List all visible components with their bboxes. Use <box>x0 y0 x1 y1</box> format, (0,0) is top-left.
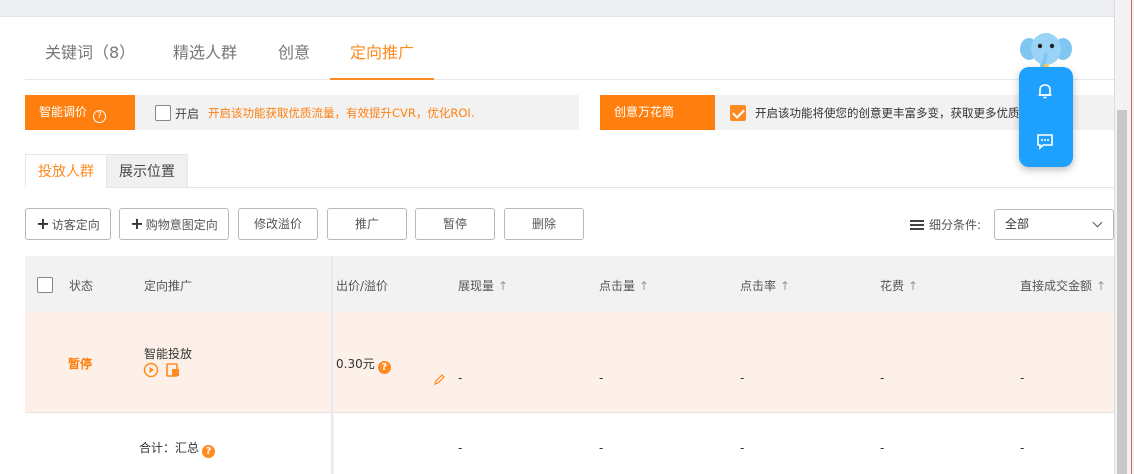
filter-select-value: 全部 <box>1005 217 1030 231</box>
pencil-icon[interactable] <box>433 373 446 386</box>
smart-bid-checkbox-label: 开启 <box>175 107 200 121</box>
plus-icon: + <box>36 214 50 233</box>
help-circle-icon[interactable]: ? <box>202 445 216 458</box>
filter-select[interactable]: 全部 <box>994 209 1114 240</box>
smart-bid-description: 开启该功能获取优质流量，有效提升CVR，优化ROI. <box>208 106 475 120</box>
header-cost[interactable]: 花费 ↑ <box>880 277 918 294</box>
scrollbar-thumb[interactable] <box>1117 110 1127 474</box>
add-visitor-targeting-label: 访客定向 <box>51 218 100 232</box>
tab-placement[interactable]: 展示位置 <box>106 154 188 188</box>
total-clicks: - <box>599 441 604 455</box>
header-bid: 出价/溢价 <box>336 279 389 293</box>
row-ctr: - <box>740 371 745 385</box>
active-tab-underline <box>330 78 434 80</box>
add-purchase-intent-button[interactable]: + 购物意图定向 <box>119 208 229 240</box>
total-direct-gmv: - <box>1020 441 1025 455</box>
main-tabs: 关键词（8） 精选人群 创意 定向推广 <box>25 17 1114 80</box>
row-bid-value: 0.30元 <box>336 357 375 371</box>
floating-panel <box>1019 67 1073 167</box>
tab-creative[interactable]: 创意 <box>278 39 310 63</box>
header-clicks-label: 点击量 <box>599 279 636 293</box>
sub-tabs: 投放人群 展示位置 <box>25 154 1114 188</box>
select-all-checkbox[interactable] <box>37 277 53 293</box>
help-circle-icon[interactable]: ? <box>93 110 107 123</box>
chat-bubble-icon[interactable] <box>1035 131 1055 151</box>
total-ctr: - <box>740 441 745 455</box>
content-card: 关键词（8） 精选人群 创意 定向推广 智能调价? 开启 开启该功能获取优质流量… <box>0 17 1114 474</box>
plus-icon: + <box>130 214 144 233</box>
table-header: 状态 定向推广 出价/溢价 展现量 ↑ 点击量 ↑ 点击率 ↑ 花费 ↑ 直接成交金额 ↑ <box>25 256 1114 312</box>
total-label-text: 合计：汇总 <box>139 441 200 455</box>
tab-targeted-promotion[interactable]: 定向推广 <box>350 39 414 63</box>
modify-premium-button[interactable]: 修改溢价 <box>238 208 318 240</box>
header-ctr[interactable]: 点击率 ↑ <box>740 277 790 294</box>
row-targeting-name: 智能投放 <box>144 347 193 361</box>
row-cost: - <box>880 371 885 385</box>
header-cost-label: 花费 <box>880 279 905 293</box>
header-impressions-label: 展现量 <box>458 279 495 293</box>
filter-label-text: 细分条件: <box>929 218 982 232</box>
creative-tag-label: 创意万花筒 <box>614 105 675 119</box>
row-clicks: - <box>599 371 604 385</box>
sort-icon: ↑ <box>639 279 650 293</box>
top-strip <box>0 0 1134 17</box>
chevron-down-icon <box>1092 217 1103 228</box>
smart-bid-checkbox[interactable] <box>155 105 171 121</box>
filter-label: 细分条件: <box>910 216 981 233</box>
tab-selected-audience[interactable]: 精选人群 <box>173 39 237 63</box>
device-icon[interactable] <box>165 362 181 378</box>
page-edge-line <box>1131 0 1132 474</box>
row-bid: 0.30元? <box>336 355 391 374</box>
smart-bid-tag-label: 智能调价 <box>39 105 88 119</box>
total-row: 合计：汇总? - - - - - <box>25 413 1114 474</box>
tab-audience[interactable]: 投放人群 <box>25 154 107 188</box>
total-cost: - <box>880 441 885 455</box>
row-direct-gmv: - <box>1020 371 1025 385</box>
smart-bid-tag: 智能调价? <box>25 95 135 130</box>
smart-bid-row: 智能调价? 开启 开启该功能获取优质流量，有效提升CVR，优化ROI. <box>25 95 579 130</box>
row-impressions: - <box>458 371 463 385</box>
add-visitor-targeting-button[interactable]: + 访客定向 <box>25 208 111 240</box>
total-label: 合计：汇总? <box>139 439 216 458</box>
play-circle-icon[interactable] <box>143 362 159 378</box>
header-impressions[interactable]: 展现量 ↑ <box>458 277 508 294</box>
sort-icon: ↑ <box>498 279 509 293</box>
bell-icon[interactable] <box>1035 81 1055 101</box>
sort-icon: ↑ <box>1096 279 1107 293</box>
add-purchase-intent-label: 购物意图定向 <box>145 218 218 232</box>
header-ctr-label: 点击率 <box>740 279 777 293</box>
creative-tag: 创意万花筒 <box>600 95 715 130</box>
total-impressions: - <box>458 441 463 455</box>
header-status: 状态 <box>69 279 94 293</box>
vertical-scrollbar[interactable] <box>1114 0 1134 474</box>
header-direct-gmv-label: 直接成交金额 <box>1020 279 1093 293</box>
header-clicks[interactable]: 点击量 ↑ <box>599 277 649 294</box>
sort-icon: ↑ <box>780 279 791 293</box>
row-status: 暂停 <box>68 357 93 371</box>
header-direct-gmv[interactable]: 直接成交金额 ↑ <box>1020 277 1106 294</box>
frozen-column-divider <box>331 256 334 474</box>
promote-button[interactable]: 推广 <box>327 208 407 240</box>
creative-checkbox[interactable] <box>730 105 746 121</box>
tab-keywords[interactable]: 关键词（8） <box>45 39 135 63</box>
header-targeting: 定向推广 <box>144 279 193 293</box>
list-icon <box>910 220 924 230</box>
sort-icon: ↑ <box>908 279 919 293</box>
delete-button[interactable]: 删除 <box>504 208 584 240</box>
pause-button[interactable]: 暂停 <box>415 208 495 240</box>
table-row: 暂停 智能投放 0.30元? - - - - - <box>25 312 1114 413</box>
help-circle-icon[interactable]: ? <box>377 361 391 374</box>
